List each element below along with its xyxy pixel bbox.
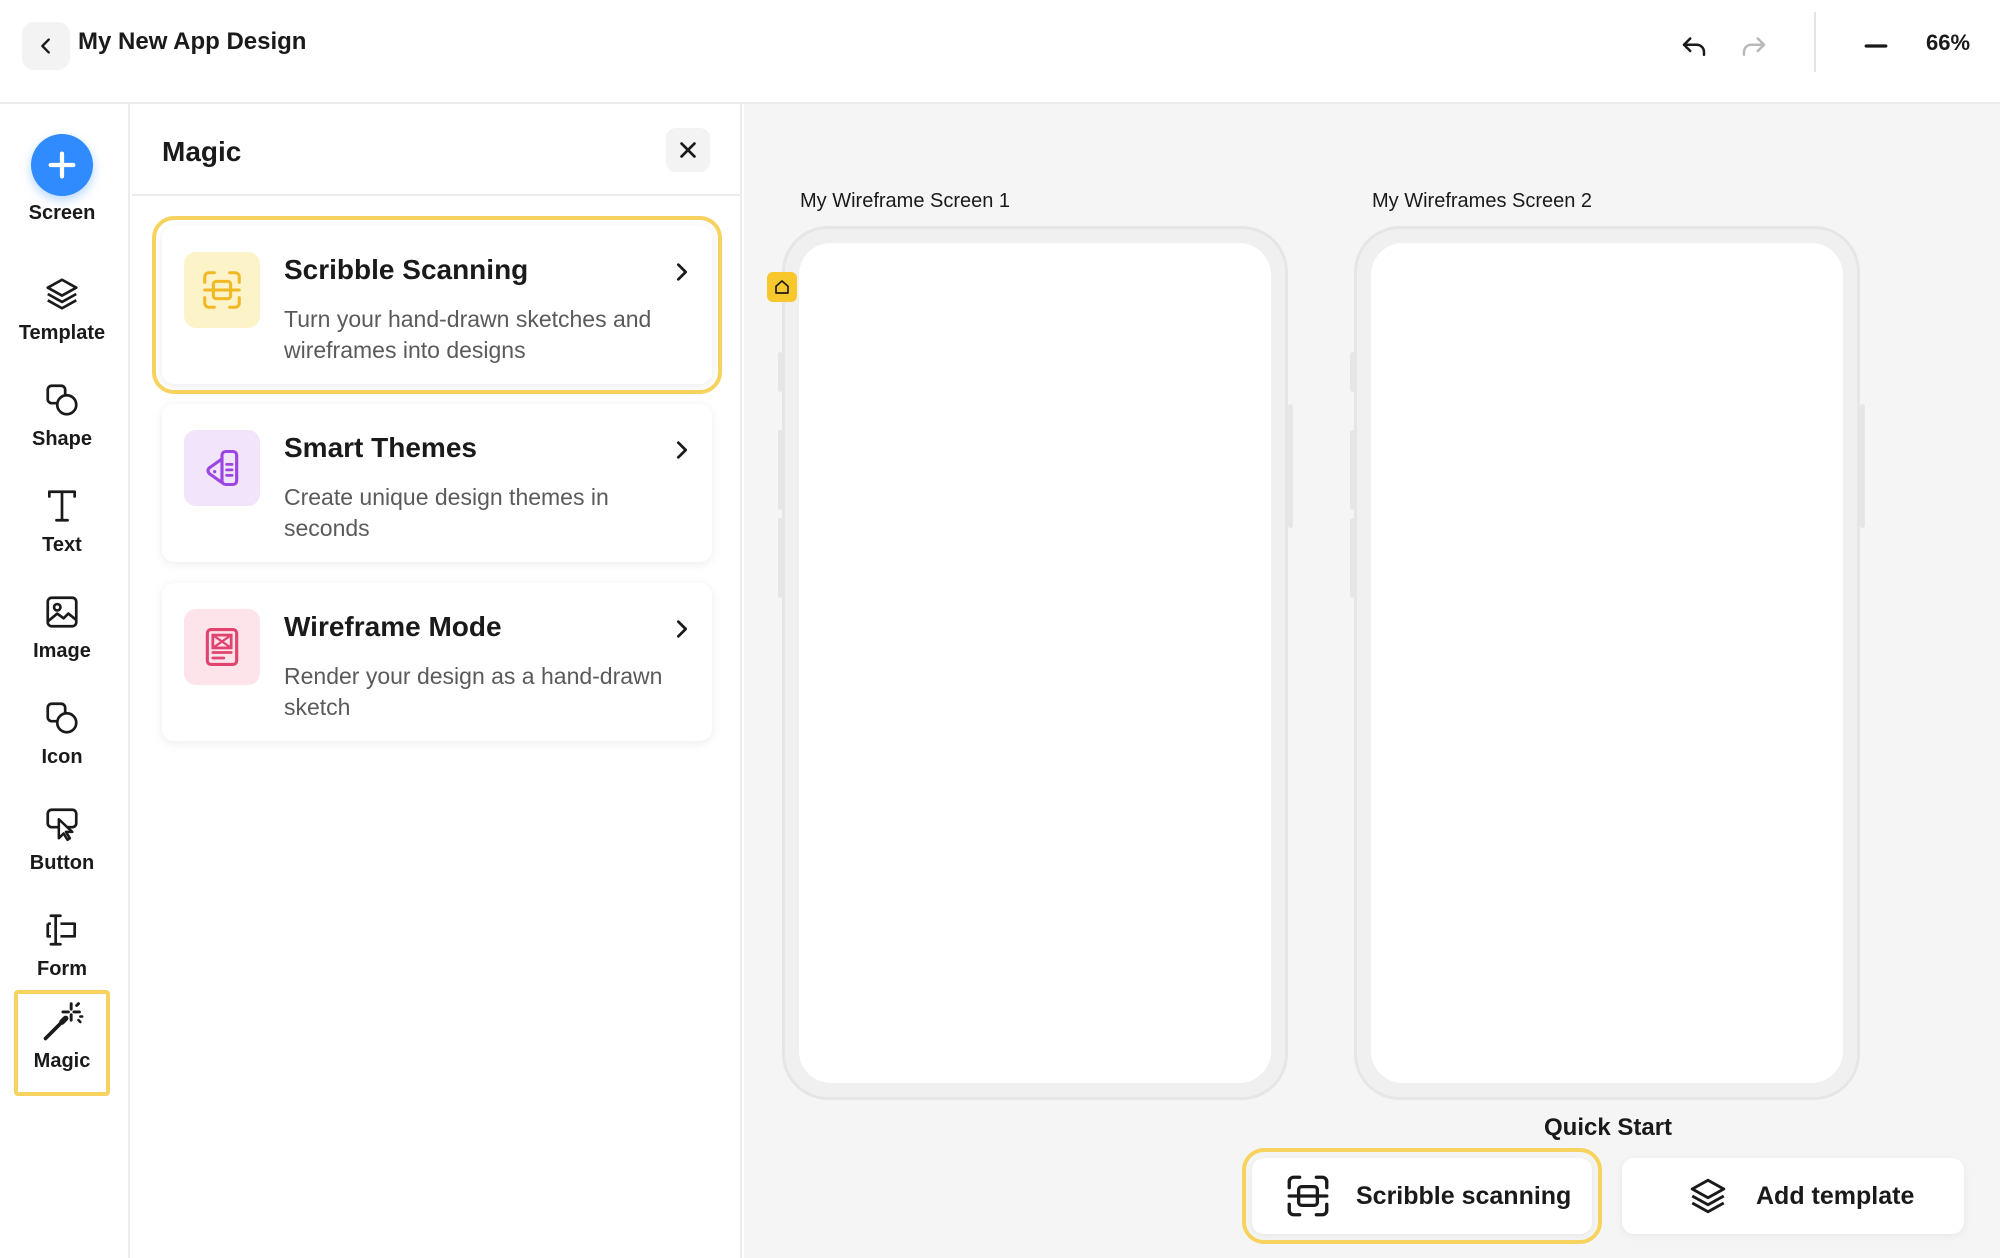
rail-item-label: Screen [28, 202, 96, 224]
rail-item-form[interactable]: Form [14, 902, 110, 1002]
redo-icon [1742, 37, 1766, 56]
card-title: Scribble Scanning [284, 254, 529, 285]
layers-icon [40, 272, 84, 316]
app-title: My New App Design [78, 28, 307, 55]
toolbar-divider [1814, 12, 1816, 72]
magic-card-wireframe-mode[interactable]: Wireframe Mode Render your design as a h… [162, 583, 712, 741]
rail-item-label: Text [42, 534, 82, 556]
rail-item-label: Shape [31, 428, 93, 450]
redo-button[interactable] [1732, 24, 1776, 68]
button-label: Scribble scanning [1356, 1181, 1572, 1210]
phone-frame-screen-2[interactable] [1354, 226, 1860, 1100]
phone-side-button [1288, 404, 1293, 528]
undo-button[interactable] [1672, 24, 1716, 68]
screen-artboard[interactable] [799, 243, 1271, 1083]
chevron-right-icon [668, 615, 696, 643]
wireframe-icon [184, 609, 260, 685]
chevron-right-icon [668, 436, 696, 464]
quick-start-scribble-scanning-button[interactable]: Scribble scanning [1242, 1148, 1602, 1244]
quick-start-add-template-button[interactable]: Add template [1622, 1158, 1964, 1234]
rail-item-text[interactable]: Text [14, 478, 110, 578]
rail-item-shape[interactable]: Shape [14, 372, 110, 472]
rail-item-magic[interactable]: Magic [14, 990, 110, 1096]
scan-icon [1282, 1170, 1334, 1222]
rail-item-template[interactable]: Template [14, 266, 110, 366]
close-panel-button[interactable] [666, 128, 710, 172]
close-icon [680, 142, 696, 158]
phone-side-button [1860, 404, 1865, 528]
panel-title: Magic [162, 136, 242, 167]
undo-icon [1682, 37, 1706, 56]
rail-item-label: Icon [41, 746, 83, 768]
screen-artboard[interactable] [1371, 243, 1843, 1083]
quick-start-title: Quick Start [1544, 1114, 1673, 1141]
card-title: Wireframe Mode [284, 611, 502, 642]
rail-item-screen[interactable]: Screen [14, 128, 110, 228]
scan-icon [184, 252, 260, 328]
phone-side-button [778, 430, 783, 510]
magic-card-smart-themes[interactable]: Smart Themes Create unique design themes… [162, 404, 712, 562]
minus-icon [1864, 44, 1888, 48]
card-description: Create unique design themes in seconds [284, 484, 609, 541]
card-title: Smart Themes [284, 432, 477, 463]
phone-side-button [1350, 430, 1355, 510]
design-canvas[interactable]: My Wireframe Screen 1 My Wireframes Scre… [744, 104, 2000, 1258]
card-description: Turn your hand-drawn sketches and wirefr… [284, 306, 652, 363]
palette-icon [184, 430, 260, 506]
left-toolbar: Screen Template Shape Text Image Icon Bu… [0, 104, 130, 1258]
card-description: Render your design as a hand-drawn sketc… [284, 663, 663, 720]
magic-wand-icon [40, 1000, 84, 1044]
chevron-right-icon [668, 258, 696, 286]
phone-frame-screen-1[interactable] [782, 226, 1288, 1100]
plus-icon [31, 134, 93, 196]
rail-item-button[interactable]: Button [14, 796, 110, 896]
rail-item-icon[interactable]: Icon [14, 690, 110, 790]
phone-side-button [778, 352, 783, 392]
cursor-button-icon [40, 802, 84, 846]
zoom-level[interactable]: 66% [1926, 30, 1970, 56]
panel-divider [132, 194, 740, 196]
top-bar: My New App Design 66% [0, 0, 2000, 104]
magic-card-scribble-scanning[interactable]: Scribble Scanning Turn your hand-drawn s… [152, 216, 722, 394]
rail-item-label: Form [37, 958, 87, 980]
home-screen-badge[interactable] [767, 272, 797, 302]
phone-side-button [1350, 352, 1355, 392]
text-icon [40, 484, 84, 528]
back-button[interactable] [22, 22, 70, 70]
zoom-out-button[interactable] [1854, 24, 1898, 68]
screen-label[interactable]: My Wireframe Screen 1 [800, 190, 1010, 213]
screen-label[interactable]: My Wireframes Screen 2 [1372, 190, 1592, 213]
rail-item-image[interactable]: Image [14, 584, 110, 684]
rail-item-label: Image [33, 640, 91, 662]
button-label: Add template [1756, 1181, 1915, 1210]
icon-icon [40, 696, 84, 740]
phone-side-button [1350, 518, 1355, 598]
layers-icon [1682, 1170, 1734, 1222]
rail-item-label: Magic [33, 1050, 91, 1072]
shape-icon [40, 378, 84, 422]
rail-item-label: Button [29, 852, 95, 874]
phone-side-button [778, 518, 783, 598]
home-icon [775, 280, 789, 294]
image-icon [40, 590, 84, 634]
rail-item-label: Template [18, 322, 106, 344]
form-icon [40, 908, 84, 952]
magic-panel: Magic Scribble Scanning Turn your hand-d… [132, 104, 742, 1258]
chevron-left-icon [41, 38, 50, 54]
